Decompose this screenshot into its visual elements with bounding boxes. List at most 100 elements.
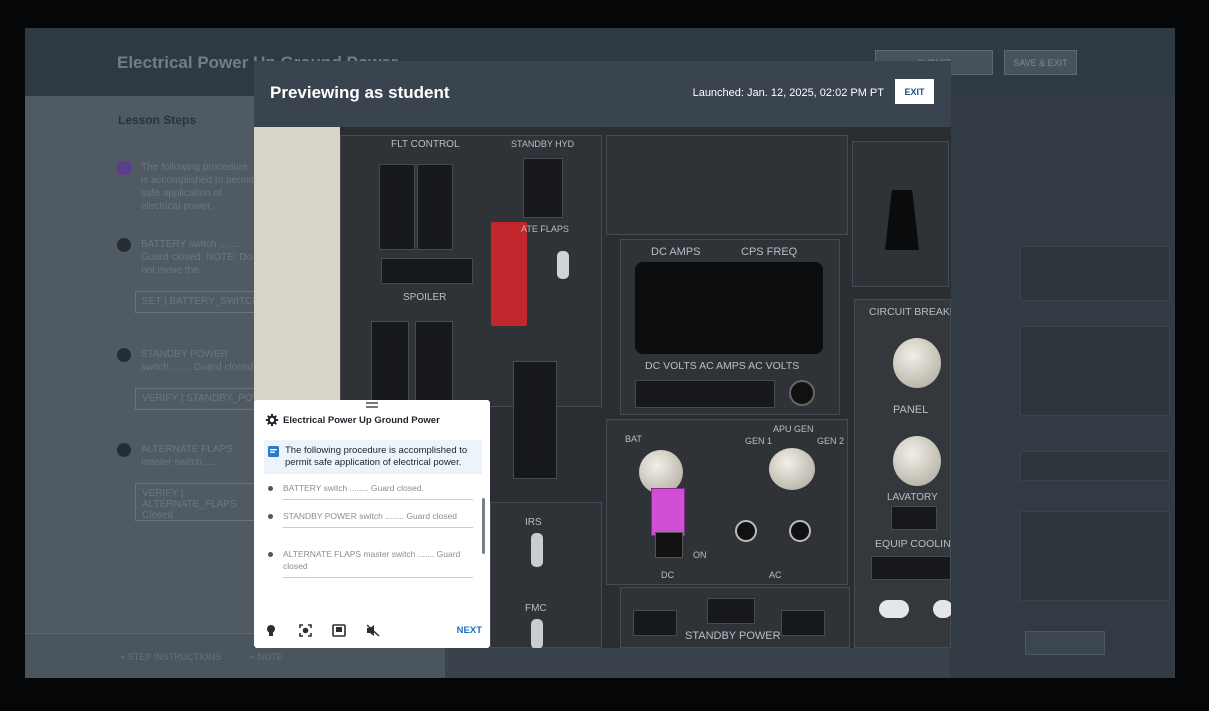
standby-power-switch-1[interactable] (633, 610, 677, 636)
properties-block (1020, 451, 1170, 481)
instruction-header: Electrical Power Up Ground Power (266, 414, 440, 426)
dome-light-cover (885, 190, 919, 250)
ife-pass-seat-switch[interactable] (789, 520, 811, 542)
step-marker-icon (117, 443, 131, 457)
image-icon[interactable] (332, 623, 346, 637)
alt-flaps-toggle[interactable] (557, 251, 569, 279)
gear-icon (266, 414, 278, 426)
step-2-action[interactable]: SET | BATTERY_SWITCH (135, 291, 255, 313)
lavatory-switch[interactable] (891, 506, 937, 530)
lesson-step-1[interactable]: The following procedure is accomplished … (117, 161, 257, 213)
upper-blank-panel (606, 135, 848, 235)
maint-button[interactable] (789, 380, 815, 406)
properties-block (1020, 511, 1170, 601)
exit-preview-button[interactable]: EXIT (895, 79, 934, 104)
save-exit-button[interactable]: SAVE & EXIT (1004, 50, 1077, 75)
bat-label: BAT (625, 434, 642, 444)
electrical-meters-panel: BAT GEN 1 APU GEN GEN 2 ON DC AC (606, 419, 848, 585)
flt-control-switch-b[interactable] (417, 164, 453, 250)
properties-block (1020, 326, 1170, 416)
instruction-item-standby-power[interactable]: STANDBY POWER switch ........ Guard clos… (268, 510, 478, 528)
launched-timestamp: Launched: Jan. 12, 2025, 02:02 PM PT (692, 87, 884, 99)
add-step-instructions-link[interactable]: + STEP INSTRUCTIONS (120, 652, 221, 662)
dc-amps-label: DC AMPS (651, 246, 701, 258)
step-4-action[interactable]: VERIFY | ALTERNATE_FLAPS Closed (135, 483, 255, 521)
lesson-steps-heading: Lesson Steps (118, 113, 197, 127)
equip-cooling-label: EQUIP COOLIN (875, 538, 951, 550)
note-icon (268, 446, 279, 457)
step-marker-icon (117, 348, 131, 362)
spoiler-switch-a[interactable] (371, 321, 409, 407)
circuit-breaker-dimmer[interactable] (893, 338, 941, 388)
meters-panel: DC AMPS CPS FREQ DC VOLTS AC AMPS AC VOL… (620, 239, 840, 415)
battery-on-label: ON (693, 550, 707, 560)
lesson-step-4[interactable]: ALTERNATE FLAPS master switch .... (117, 443, 257, 469)
flt-control-switch-a[interactable] (379, 164, 415, 250)
battery-switch-base[interactable] (655, 532, 683, 558)
irs-label: IRS (525, 517, 542, 528)
cps-freq-label: CPS FREQ (741, 246, 798, 258)
volts-display (635, 380, 775, 408)
focus-target-icon[interactable] (298, 623, 312, 637)
instruction-title: Electrical Power Up Ground Power (283, 414, 440, 426)
dc-section-label: DC (661, 570, 674, 580)
apu-gen-label: APU GEN (773, 424, 814, 434)
lesson-step-2[interactable]: BATTERY switch ........ Guard closed. NO… (117, 238, 257, 277)
preview-header: Previewing as student Launched: Jan. 12,… (254, 61, 951, 127)
lightbulb-icon[interactable] (264, 623, 278, 637)
instruction-item-alternate-flaps[interactable]: ALTERNATE FLAPS master switch ....... Gu… (268, 548, 478, 578)
standby-hyd-label: STANDBY HYD (511, 139, 575, 149)
gen2-label: GEN 2 (817, 436, 845, 446)
intro-note: The following procedure is accomplished … (264, 440, 482, 474)
upper-right-panel (852, 141, 949, 287)
standby-power-panel: STANDBY POWER (620, 587, 850, 648)
instruction-toolbar: NEXT (264, 620, 482, 640)
circuit-breaker-panel: CIRCUIT BREAKE PANEL LAVATORY EQUIP COOL… (854, 299, 951, 648)
equip-cooling-supply-switch[interactable] (879, 600, 909, 618)
equip-cooling-exhaust-switch[interactable] (933, 600, 951, 618)
spoiler-switch-b[interactable] (415, 321, 453, 407)
meter-display (635, 262, 823, 354)
equip-cooling-display (871, 556, 951, 580)
cab-util-switch[interactable] (735, 520, 757, 542)
spoiler-label: SPOILER (403, 292, 447, 303)
drag-handle-icon[interactable] (366, 402, 378, 408)
dc-volts-label: DC VOLTS AC AMPS AC VOLTS (645, 360, 800, 372)
intro-note-text: The following procedure is accomplished … (285, 445, 468, 468)
battery-switch-highlight[interactable] (651, 488, 685, 536)
instruction-item-battery[interactable]: BATTERY switch ........ Guard closed. (268, 482, 478, 500)
mute-icon[interactable] (366, 623, 380, 637)
instruction-scrollbar[interactable] (482, 498, 485, 554)
standby-power-switch-center[interactable] (707, 598, 755, 624)
irs-selector[interactable] (531, 533, 543, 567)
fmc-label: FMC (525, 603, 547, 614)
flt-control-label: FLT CONTROL (391, 139, 460, 150)
instruction-panel: Electrical Power Up Ground Power The fol… (254, 400, 490, 648)
panel-dimmer[interactable] (893, 436, 941, 486)
next-button[interactable]: NEXT (457, 625, 482, 636)
properties-button[interactable] (1025, 631, 1105, 655)
standby-hyd-switch[interactable] (523, 158, 563, 218)
step-note-icon (117, 161, 131, 175)
alt-flaps-label: ATE FLAPS (521, 224, 569, 234)
annunciator-column (513, 361, 557, 479)
add-note-link[interactable]: + NOTE (250, 652, 283, 662)
bullet-icon (268, 552, 273, 557)
irs-fmc-panel: IRS FMC (490, 502, 602, 648)
properties-panel (950, 96, 1175, 678)
lesson-step-3[interactable]: STANDBY POWER switch ....... Guard close… (117, 348, 257, 374)
cockpit-wall (254, 127, 340, 427)
ac-meter-selector[interactable] (769, 448, 815, 490)
alternate-flaps-guard[interactable] (491, 222, 527, 326)
fmc-selector[interactable] (531, 619, 543, 648)
ac-section-label: AC (769, 570, 782, 580)
standby-power-switch-2[interactable] (781, 610, 825, 636)
bullet-icon (268, 514, 273, 519)
gen1-label: GEN 1 (745, 436, 773, 446)
spoiler-indicator (381, 258, 473, 284)
preview-title: Previewing as student (270, 83, 450, 102)
flight-control-panel: FLT CONTROL STANDBY HYD ATE FLAPS SPOILE… (340, 135, 602, 479)
standby-power-label: STANDBY POWER (685, 630, 781, 642)
panel-label: PANEL (893, 404, 929, 416)
step-3-action[interactable]: VERIFY | STANDBY_POWER (135, 388, 255, 410)
